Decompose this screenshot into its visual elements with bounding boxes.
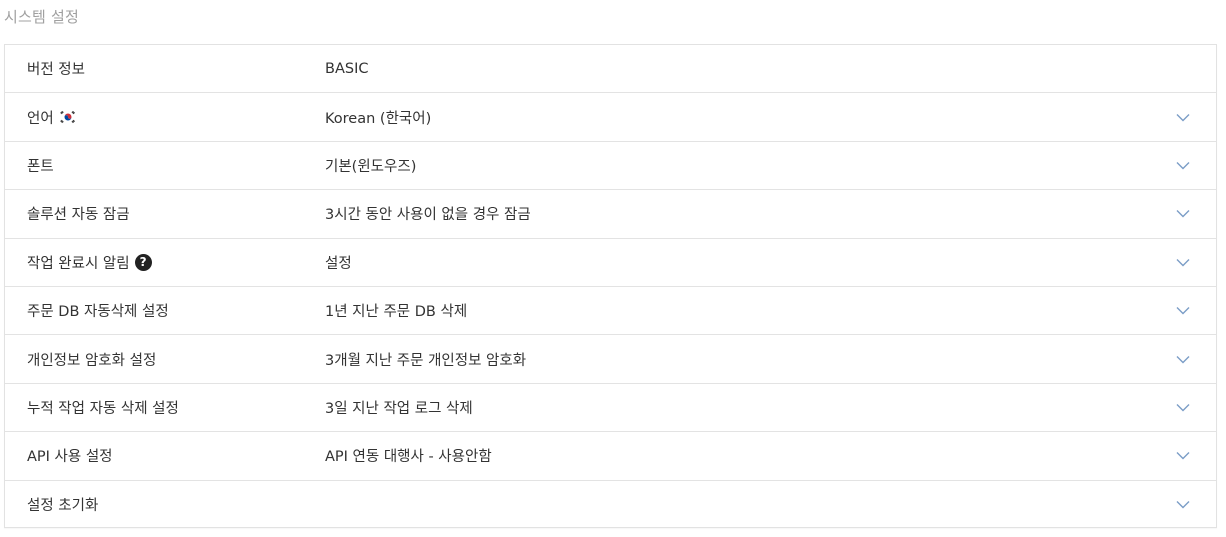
chevron-down-icon[interactable] xyxy=(1176,352,1190,366)
setting-label-reset: 설정 초기화 xyxy=(27,494,98,515)
chevron-down-icon[interactable] xyxy=(1176,110,1190,124)
chevron-down-icon[interactable] xyxy=(1176,498,1190,512)
chevron-down-icon[interactable] xyxy=(1176,158,1190,172)
chevron-down-icon[interactable] xyxy=(1176,255,1190,269)
setting-row-completion-alert[interactable]: 작업 완료시 알림 ? 설정 xyxy=(5,239,1216,287)
setting-value-order-db-delete: 1년 지난 주문 DB 삭제 xyxy=(325,304,468,321)
settings-panel: 버전 정보 BASIC 언어 Korean (한국어) 폰트 기본(윈도우즈) … xyxy=(4,44,1217,528)
setting-value-task-log-delete: 3일 지난 작업 로그 삭제 xyxy=(325,400,473,417)
setting-row-api[interactable]: API 사용 설정 API 연동 대행사 - 사용안함 xyxy=(5,432,1216,481)
setting-value-auto-lock: 3시간 동안 사용이 없을 경우 잠금 xyxy=(325,207,531,224)
chevron-down-icon[interactable] xyxy=(1176,449,1190,463)
setting-label-privacy-encryption: 개인정보 암호화 설정 xyxy=(27,349,156,370)
setting-row-version: 버전 정보 BASIC xyxy=(5,45,1216,94)
setting-value-privacy-encryption: 3개월 지난 주문 개인정보 암호화 xyxy=(325,352,527,369)
setting-value-version: BASIC xyxy=(325,60,369,77)
setting-label-text: 주문 DB 자동삭제 설정 xyxy=(27,304,169,321)
setting-value-completion-alert: 설정 xyxy=(325,255,352,272)
chevron-down-icon[interactable] xyxy=(1176,400,1190,414)
setting-label-text: 설정 초기화 xyxy=(27,498,99,515)
setting-label-version: 버전 정보 xyxy=(27,58,85,79)
chevron-down-icon[interactable] xyxy=(1176,304,1190,318)
setting-label-auto-lock: 솔루션 자동 잠금 xyxy=(27,203,130,224)
setting-value-font: 기본(윈도우즈) xyxy=(325,158,417,175)
setting-label-text: 누적 작업 자동 삭제 설정 xyxy=(27,400,179,417)
page-title: 시스템 설정 xyxy=(4,8,79,26)
setting-row-auto-lock[interactable]: 솔루션 자동 잠금 3시간 동안 사용이 없을 경우 잠금 xyxy=(5,190,1216,239)
setting-label-completion-alert: 작업 완료시 알림 ? xyxy=(27,252,152,273)
setting-row-font[interactable]: 폰트 기본(윈도우즈) xyxy=(5,142,1216,191)
korea-flag-icon xyxy=(58,110,77,125)
setting-label-text: 폰트 xyxy=(27,158,54,175)
setting-row-order-db-delete[interactable]: 주문 DB 자동삭제 설정 1년 지난 주문 DB 삭제 xyxy=(5,287,1216,336)
setting-value-language: Korean (한국어) xyxy=(325,110,432,127)
setting-label-language: 언어 xyxy=(27,107,77,128)
setting-label-text: 버전 정보 xyxy=(27,62,85,79)
chevron-down-icon[interactable] xyxy=(1176,207,1190,221)
setting-label-task-log-delete: 누적 작업 자동 삭제 설정 xyxy=(27,397,179,418)
setting-row-reset[interactable]: 설정 초기화 xyxy=(5,481,1216,529)
setting-value-api: API 연동 대행사 - 사용안함 xyxy=(325,449,492,466)
setting-label-text: 언어 xyxy=(27,110,54,127)
setting-label-text: 작업 완료시 알림 xyxy=(27,255,130,272)
setting-label-text: 개인정보 암호화 설정 xyxy=(27,352,157,369)
setting-label-font: 폰트 xyxy=(27,155,54,176)
setting-label-order-db-delete: 주문 DB 자동삭제 설정 xyxy=(27,300,169,321)
help-icon[interactable]: ? xyxy=(134,253,152,271)
setting-row-privacy-encryption[interactable]: 개인정보 암호화 설정 3개월 지난 주문 개인정보 암호화 xyxy=(5,335,1216,384)
setting-row-language[interactable]: 언어 Korean (한국어) xyxy=(5,93,1216,142)
setting-label-text: 솔루션 자동 잠금 xyxy=(27,207,130,224)
setting-label-api: API 사용 설정 xyxy=(27,445,113,466)
setting-label-text: API 사용 설정 xyxy=(27,449,113,466)
setting-row-task-log-delete[interactable]: 누적 작업 자동 삭제 설정 3일 지난 작업 로그 삭제 xyxy=(5,384,1216,433)
